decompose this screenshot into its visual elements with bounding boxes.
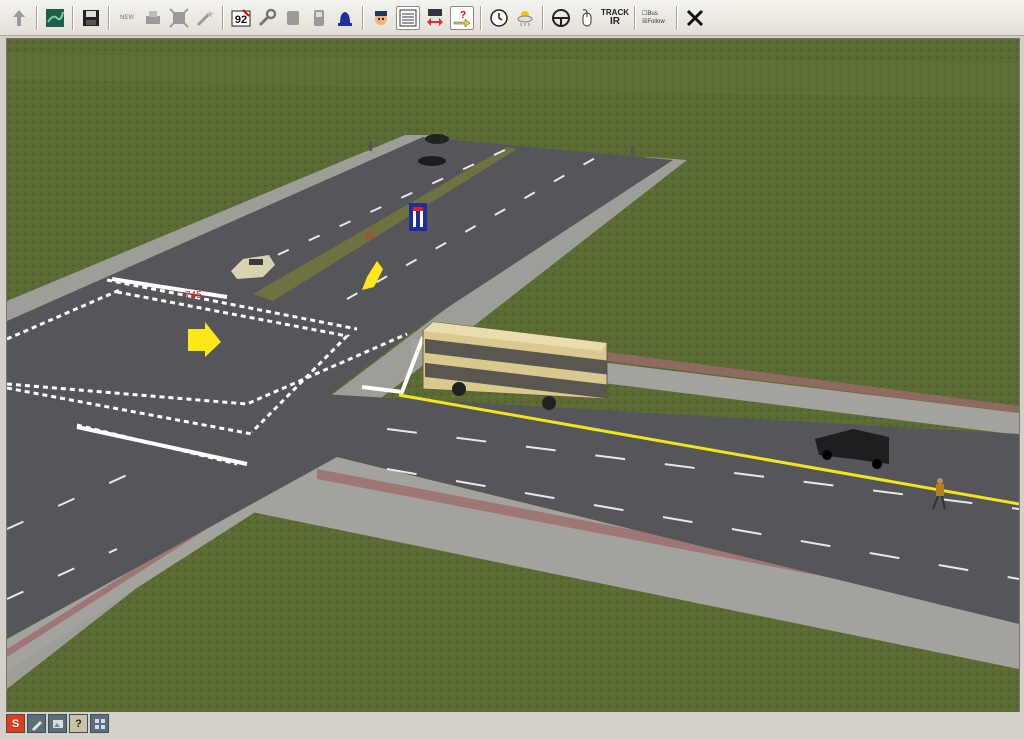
bell-icon[interactable] — [334, 7, 356, 29]
checkbox-follow-label: Follow — [647, 18, 665, 25]
toolbar-separator — [542, 5, 544, 30]
toolbar-separator — [362, 5, 364, 30]
grid-icon[interactable] — [90, 714, 109, 733]
main-toolbar: NEW 92 ? TRACK IR ☐Bus ☒Follow — [0, 0, 1024, 36]
s-app-icon[interactable]: S — [6, 714, 25, 733]
toolbar-separator — [634, 5, 636, 30]
timetable-icon[interactable] — [396, 5, 420, 30]
toolbar-separator — [108, 5, 110, 30]
help-icon[interactable]: ? — [69, 714, 88, 733]
steering-wheel-icon[interactable] — [550, 7, 572, 29]
options-checkboxes[interactable]: ☐Bus ☒Follow — [642, 7, 670, 29]
pictures-icon[interactable] — [48, 714, 67, 733]
scene-render: 745 65 — [7, 39, 1019, 713]
clock-icon[interactable] — [488, 7, 510, 29]
checkbox-bus[interactable]: ☐Bus — [642, 10, 658, 18]
road-number-label: 745 — [185, 290, 202, 301]
pedestrian-far-1 — [631, 147, 635, 159]
car-black-far-1 — [425, 134, 449, 144]
frame-icon[interactable] — [168, 7, 190, 29]
pedestrian-far-2 — [369, 141, 372, 151]
toolbar-separator — [36, 5, 38, 30]
save-icon[interactable] — [80, 7, 102, 29]
new-icon-label: NEW — [120, 14, 134, 21]
car-black-far-2 — [418, 156, 446, 166]
stop-number-label: 92 — [235, 14, 247, 26]
new-icon[interactable]: NEW — [116, 7, 138, 29]
weather-icon[interactable] — [514, 7, 536, 29]
checkbox-bus-label: Bus — [647, 10, 658, 17]
tray-icons: S ? — [6, 714, 109, 733]
pen-icon[interactable] — [27, 714, 46, 733]
red-marker-label: 65 — [365, 232, 374, 241]
dead-end-sign — [409, 203, 427, 231]
ir-label: IR — [610, 15, 620, 27]
toolbar-separator — [480, 5, 482, 30]
wrench-icon[interactable] — [256, 7, 278, 29]
checkbox-follow[interactable]: ☒Follow — [642, 18, 665, 26]
toolbar-separator — [72, 5, 74, 30]
wand-icon[interactable] — [194, 7, 216, 29]
help-route-icon[interactable]: ? — [450, 5, 474, 30]
status-bar: S ? — [0, 712, 1024, 739]
track-ir-icon[interactable]: TRACK IR — [601, 7, 629, 29]
ticket-icon[interactable] — [308, 7, 330, 29]
toolbar-separator — [676, 5, 678, 30]
chip-icon[interactable] — [282, 7, 304, 29]
swap-icon[interactable] — [424, 7, 446, 29]
close-icon[interactable] — [684, 7, 706, 29]
driver-icon[interactable] — [370, 7, 392, 29]
mouse-icon[interactable] — [576, 7, 598, 29]
map-icon[interactable] — [44, 7, 66, 29]
toolbar-separator — [222, 5, 224, 30]
3d-viewport[interactable]: 745 65 — [6, 38, 1020, 714]
printer-icon[interactable] — [142, 7, 164, 29]
up-arrow-icon[interactable] — [8, 7, 30, 29]
stop-number-icon[interactable]: 92 — [230, 7, 252, 29]
